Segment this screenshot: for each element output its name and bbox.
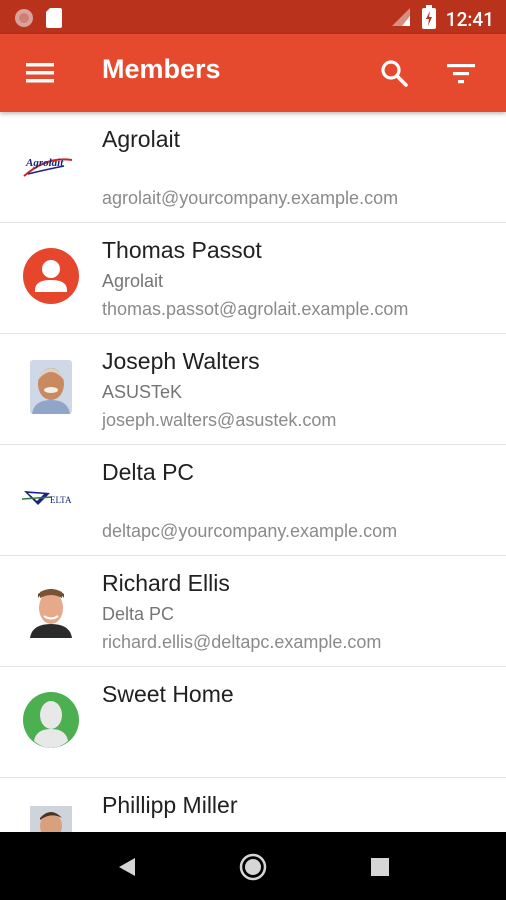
default-person-icon — [22, 247, 80, 305]
avatar-photo — [22, 580, 80, 638]
avatar-photo — [22, 802, 80, 832]
list-item[interactable]: Thomas Passot Agrolait thomas.passot@agr… — [0, 223, 506, 334]
member-email: richard.ellis@deltapc.example.com — [102, 632, 382, 652]
navigation-bar — [0, 832, 506, 900]
sd-card-icon — [46, 8, 62, 32]
list-item[interactable]: Agrolait Agrolait agrolait@yourcompany.e… — [0, 112, 506, 223]
signal-icon — [390, 6, 412, 32]
member-email: joseph.walters@asustek.com — [102, 410, 337, 430]
delta-logo-text: ELTA — [50, 495, 72, 505]
member-name: Delta PC — [102, 459, 195, 485]
notification-dot-icon — [14, 8, 34, 32]
member-company: Agrolait — [102, 271, 164, 291]
list-item[interactable]: Richard Ellis Delta PC richard.ellis@del… — [0, 556, 506, 667]
member-company: ASUSTeK — [102, 382, 183, 402]
search-icon[interactable] — [374, 53, 414, 93]
member-name: Agrolait — [102, 126, 180, 152]
battery-charging-icon — [421, 5, 436, 33]
member-name: Richard Ellis — [102, 570, 230, 596]
member-company: Delta PC — [102, 604, 175, 624]
avatar-photo — [22, 358, 80, 416]
member-name: Sweet Home — [102, 681, 234, 707]
status-bar: 12:41 — [0, 0, 506, 34]
filter-icon[interactable] — [441, 53, 481, 93]
page-title: Members — [102, 54, 221, 84]
home-icon[interactable] — [236, 850, 270, 884]
status-time: 12:41 — [445, 7, 494, 31]
agrolait-logo: Agrolait — [22, 136, 80, 194]
list-item[interactable]: Joseph Walters ASUSTeK joseph.walters@as… — [0, 334, 506, 445]
default-person-icon — [22, 691, 80, 749]
list-item[interactable]: Sweet Home — [0, 667, 506, 778]
recents-icon[interactable] — [363, 850, 397, 884]
menu-icon[interactable] — [20, 53, 60, 93]
member-name: Phillipp Miller — [102, 792, 238, 818]
delta-logo: ELTA — [21, 469, 80, 527]
member-name: Thomas Passot — [102, 237, 262, 263]
list-item[interactable]: Phillipp Miller — [0, 778, 506, 832]
app-bar: Members — [0, 34, 506, 112]
member-name: Joseph Walters — [102, 348, 260, 374]
members-list[interactable]: Agrolait Agrolait agrolait@yourcompany.e… — [0, 112, 506, 832]
member-email: thomas.passot@agrolait.example.com — [102, 299, 409, 319]
back-icon[interactable] — [110, 850, 144, 884]
member-email: agrolait@yourcompany.example.com — [102, 188, 399, 208]
list-item[interactable]: ELTA Delta PC deltapc@yourcompany.exampl… — [0, 445, 506, 556]
member-email: deltapc@yourcompany.example.com — [102, 521, 398, 541]
